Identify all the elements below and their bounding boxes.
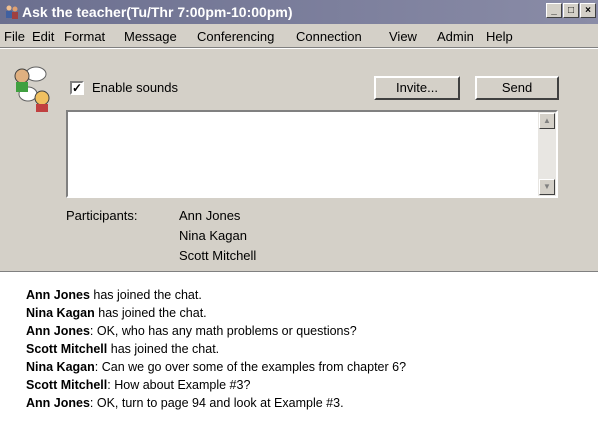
chat-speaker: Scott Mitchell bbox=[26, 378, 108, 392]
chat-message: Scott Mitchell: How about Example #3? bbox=[26, 378, 250, 392]
menu-view[interactable]: View bbox=[389, 29, 417, 44]
participants-label: Participants: bbox=[66, 208, 138, 223]
window-title: Ask the teacher(Tu/Thr 7:00pm-10:00pm) bbox=[22, 4, 293, 20]
chat-text: : How about Example #3? bbox=[107, 378, 251, 392]
chat-text: has joined the chat. bbox=[89, 288, 202, 302]
menu-conferencing[interactable]: Conferencing bbox=[197, 29, 274, 44]
chat-speaker: Scott Mitchell bbox=[26, 342, 108, 356]
chat-text: has joined the chat. bbox=[107, 342, 220, 356]
chat-log[interactable]: Ann Jones has joined the chat. Nina Kaga… bbox=[0, 272, 598, 430]
scroll-down-icon[interactable]: ▼ bbox=[539, 179, 555, 195]
chat-text: : OK, who has any math problems or quest… bbox=[89, 324, 357, 338]
enable-sounds-label: Enable sounds bbox=[92, 80, 179, 95]
chat-text: has joined the chat. bbox=[94, 306, 207, 320]
menu-bar: File Edit Format Message Conferencing Co… bbox=[0, 26, 598, 46]
menu-message[interactable]: Message bbox=[124, 29, 177, 44]
chat-text: : Can we go over some of the examples fr… bbox=[94, 360, 407, 374]
close-button[interactable]: × bbox=[580, 3, 596, 18]
title-bar[interactable]: Ask the teacher(Tu/Thr 7:00pm-10:00pm) _… bbox=[0, 0, 598, 24]
menu-admin[interactable]: Admin bbox=[437, 29, 474, 44]
chat-message: Scott Mitchell has joined the chat. bbox=[26, 342, 219, 356]
menu-edit[interactable]: Edit bbox=[32, 29, 54, 44]
menu-divider bbox=[0, 47, 598, 49]
chat-people-icon bbox=[6, 5, 18, 19]
chat-speaker: Ann Jones bbox=[26, 324, 90, 338]
invite-button[interactable]: Invite... bbox=[374, 76, 460, 100]
chat-text: : OK, turn to page 94 and look at Exampl… bbox=[89, 396, 344, 410]
participant-item[interactable]: Nina Kagan bbox=[179, 228, 247, 243]
chat-message: Nina Kagan: Can we go over some of the e… bbox=[26, 360, 406, 374]
menu-format[interactable]: Format bbox=[64, 29, 105, 44]
enable-sounds-checkbox[interactable]: ✓ bbox=[70, 81, 84, 95]
chat-message: Ann Jones: OK, turn to page 94 and look … bbox=[26, 396, 344, 410]
chat-speaker: Nina Kagan bbox=[26, 306, 95, 320]
message-input[interactable]: ▲ ▼ bbox=[66, 110, 558, 198]
scroll-up-icon[interactable]: ▲ bbox=[539, 113, 555, 129]
chat-message: Ann Jones has joined the chat. bbox=[26, 288, 202, 302]
menu-help[interactable]: Help bbox=[486, 29, 513, 44]
chat-speaker: Ann Jones bbox=[26, 288, 90, 302]
chat-message: Nina Kagan has joined the chat. bbox=[26, 306, 207, 320]
menu-file[interactable]: File bbox=[4, 29, 25, 44]
menu-connection[interactable]: Connection bbox=[296, 29, 362, 44]
chat-window: Ask the teacher(Tu/Thr 7:00pm-10:00pm) _… bbox=[0, 0, 598, 430]
chat-speech-bubbles-icon bbox=[14, 66, 50, 112]
chat-speaker: Nina Kagan bbox=[26, 360, 95, 374]
message-scrollbar[interactable]: ▲ ▼ bbox=[538, 112, 556, 196]
send-button[interactable]: Send bbox=[475, 76, 559, 100]
minimize-button[interactable]: _ bbox=[546, 3, 562, 18]
chat-speaker: Ann Jones bbox=[26, 396, 90, 410]
participant-item[interactable]: Scott Mitchell bbox=[179, 248, 256, 263]
maximize-button[interactable]: □ bbox=[563, 3, 579, 18]
chat-message: Ann Jones: OK, who has any math problems… bbox=[26, 324, 357, 338]
participant-item[interactable]: Ann Jones bbox=[179, 208, 240, 223]
